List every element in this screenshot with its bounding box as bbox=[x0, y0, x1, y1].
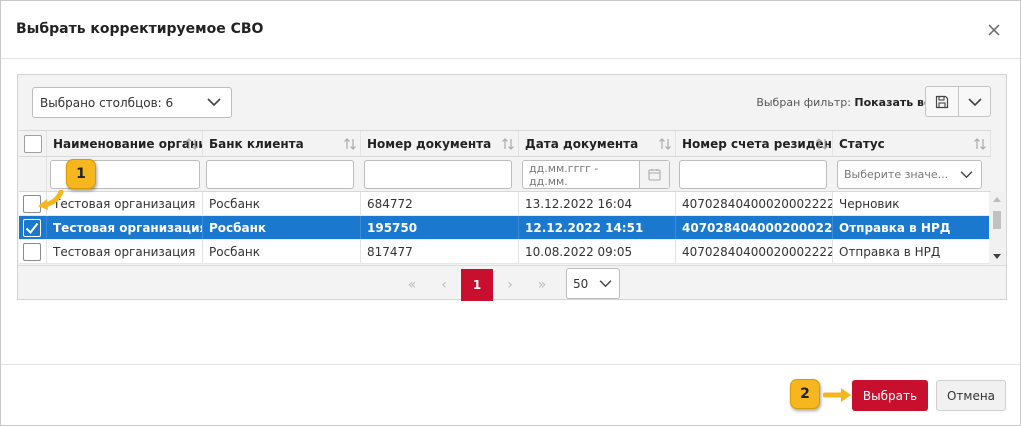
page-button-current[interactable]: 1 bbox=[461, 269, 493, 301]
table-row[interactable]: Тестовая организация Росбанк 195750 12.1… bbox=[19, 216, 991, 240]
cell-bank: Росбанк bbox=[203, 192, 361, 215]
cell-doc-date: 13.12.2022 16:04 bbox=[519, 192, 676, 215]
callout-badge-2: 2 bbox=[790, 379, 820, 409]
column-header-status[interactable]: Статус bbox=[833, 131, 991, 156]
select-svo-dialog: Выбрать корректируемое СВО Выбрано столб… bbox=[0, 0, 1021, 426]
row-checkbox[interactable] bbox=[23, 243, 41, 261]
sort-icon bbox=[344, 138, 356, 150]
column-header-account[interactable]: Номер счета резидента bbox=[676, 131, 833, 156]
cell-status: Отправка в НРД bbox=[833, 216, 991, 239]
sort-icon bbox=[659, 138, 671, 150]
row-checkbox[interactable] bbox=[23, 219, 41, 237]
chevron-down-icon bbox=[599, 280, 612, 288]
page-size-value: 50 bbox=[573, 276, 589, 291]
cell-account: 40702840400020002222 bbox=[676, 192, 833, 215]
filter-bank-input[interactable] bbox=[206, 160, 354, 189]
select-button[interactable]: Выбрать bbox=[852, 380, 928, 411]
filter-date-input[interactable]: дд.мм.гггг - дд.мм. bbox=[522, 160, 670, 189]
cell-org: Тестовая организация bbox=[47, 216, 203, 239]
scrollbar-thumb[interactable] bbox=[993, 211, 1001, 229]
callout-arrow-icon bbox=[38, 190, 64, 210]
select-all-checkbox[interactable] bbox=[24, 135, 42, 153]
row-checkbox-cell bbox=[19, 216, 47, 239]
column-header-bank[interactable]: Банк клиента bbox=[203, 131, 361, 156]
calendar-button[interactable] bbox=[639, 161, 669, 188]
next-page-button[interactable]: › bbox=[494, 269, 526, 301]
sort-icon bbox=[502, 138, 514, 150]
column-label: Дата документа bbox=[525, 136, 639, 151]
cell-bank: Росбанк bbox=[203, 240, 361, 263]
filter-status-select[interactable]: Выберите значе... bbox=[837, 160, 982, 189]
cell-doc-number: 195750 bbox=[361, 216, 519, 239]
prev-page-button[interactable]: ‹ bbox=[428, 269, 460, 301]
calendar-icon bbox=[648, 169, 661, 181]
cell-account: 40702840400020002222 bbox=[676, 216, 833, 239]
dialog-title: Выбрать корректируемое СВО bbox=[16, 21, 264, 37]
save-filter-button[interactable] bbox=[925, 86, 959, 117]
column-label: Статус bbox=[839, 136, 885, 151]
filter-cell-empty bbox=[19, 157, 47, 191]
close-button[interactable] bbox=[983, 19, 1005, 41]
cell-doc-date: 10.08.2022 09:05 bbox=[519, 240, 676, 263]
filter-account-input[interactable] bbox=[679, 160, 827, 189]
chevron-down-icon bbox=[207, 98, 221, 107]
callout-badge-1: 1 bbox=[66, 159, 96, 189]
column-header-doc-date[interactable]: Дата документа bbox=[519, 131, 676, 156]
column-label: Банк клиента bbox=[209, 136, 304, 151]
table-row[interactable]: Тестовая организация Росбанк 817477 10.0… bbox=[19, 240, 991, 264]
footer-divider bbox=[1, 364, 1020, 365]
close-icon bbox=[988, 24, 1000, 36]
filter-status-placeholder: Выберите значе... bbox=[844, 168, 949, 181]
chevron-down-icon bbox=[960, 171, 973, 179]
cell-doc-number: 817477 bbox=[361, 240, 519, 263]
cell-status: Отправка в НРД bbox=[833, 240, 991, 263]
pagination: « ‹ 1 › » 50 bbox=[18, 265, 1006, 301]
column-header-org[interactable]: Наименование органи... bbox=[47, 131, 203, 156]
filter-prefix: Выбран фильтр: bbox=[756, 96, 851, 109]
sort-icon bbox=[974, 138, 986, 150]
floppy-disk-icon bbox=[935, 95, 949, 108]
callout-arrow-icon bbox=[823, 388, 851, 402]
cancel-button[interactable]: Отмена bbox=[936, 380, 1006, 411]
column-header-doc-number[interactable]: Номер документа bbox=[361, 131, 519, 156]
table-row[interactable]: Тестовая организация Росбанк 684772 13.1… bbox=[19, 192, 991, 216]
dialog-header: Выбрать корректируемое СВО bbox=[1, 1, 1020, 59]
row-checkbox-cell bbox=[19, 240, 47, 263]
table-header: Наименование органи... Банк клиента Номе… bbox=[19, 130, 991, 157]
cell-doc-number: 684772 bbox=[361, 192, 519, 215]
filter-row: дд.мм.гггг - дд.мм. Выберите значе... bbox=[19, 157, 991, 192]
filter-date-placeholder: дд.мм.гггг - дд.мм. bbox=[529, 161, 599, 188]
filter-doc-number-input[interactable] bbox=[364, 160, 512, 189]
sort-icon bbox=[186, 138, 198, 150]
filter-label: Выбран фильтр: Показать всё bbox=[756, 96, 938, 109]
cell-bank: Росбанк bbox=[203, 216, 361, 239]
last-page-button[interactable]: » bbox=[526, 269, 558, 301]
page-size-select[interactable]: 50 bbox=[566, 268, 620, 299]
chevron-down-icon bbox=[967, 97, 982, 106]
cell-account: 40702840400020002222 bbox=[676, 240, 833, 263]
documents-grid: Выбрано столбцов: 6 Выбран фильтр: Показ… bbox=[17, 74, 1007, 301]
select-all-cell bbox=[19, 131, 47, 156]
grid-toolbar: Выбрано столбцов: 6 Выбран фильтр: Показ… bbox=[18, 75, 1006, 130]
checkmark-icon bbox=[25, 222, 39, 235]
column-label: Номер документа bbox=[367, 136, 492, 151]
sort-icon bbox=[816, 138, 828, 150]
scroll-down-icon[interactable] bbox=[993, 254, 1001, 260]
cell-doc-date: 12.12.2022 14:51 bbox=[519, 216, 676, 239]
columns-select[interactable]: Выбрано столбцов: 6 bbox=[32, 87, 232, 118]
first-page-button[interactable]: « bbox=[396, 269, 428, 301]
cell-org: Тестовая организация bbox=[47, 240, 203, 263]
column-label: Номер счета резидента bbox=[682, 136, 833, 151]
vertical-scrollbar[interactable] bbox=[989, 192, 1005, 266]
column-label: Наименование органи... bbox=[53, 136, 202, 151]
cell-status: Черновик bbox=[833, 192, 991, 215]
columns-select-value: Выбрано столбцов: 6 bbox=[40, 95, 174, 110]
cell-org: Тестовая организация bbox=[47, 192, 203, 215]
scroll-up-icon[interactable] bbox=[993, 196, 1001, 202]
filter-menu-button[interactable] bbox=[958, 86, 991, 117]
